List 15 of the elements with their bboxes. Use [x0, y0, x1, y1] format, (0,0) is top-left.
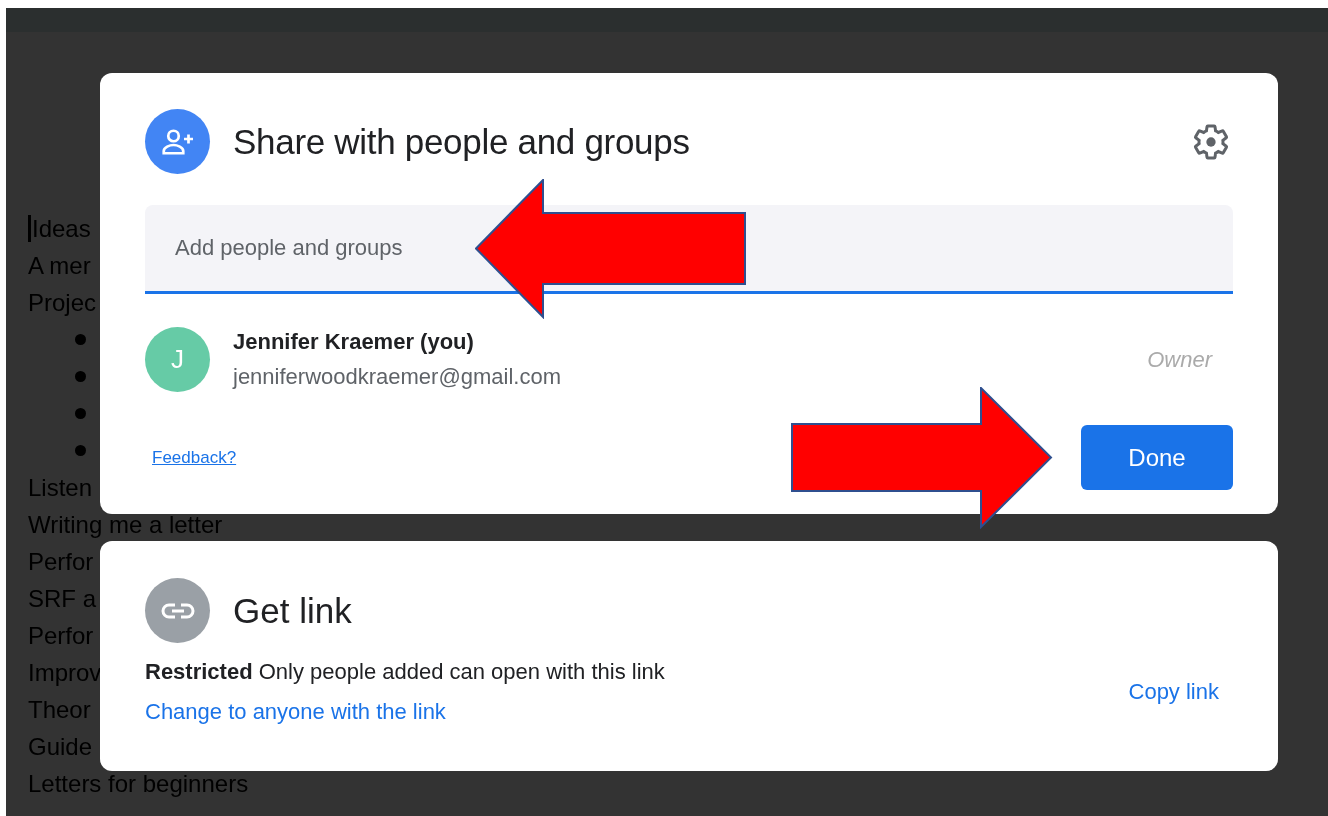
person-name: Jennifer Kraemer (you) — [233, 329, 475, 355]
copy-link-button[interactable]: Copy link — [1128, 678, 1219, 706]
bullet-icon — [75, 334, 86, 345]
bullet-icon — [75, 445, 86, 456]
dialog-title: Get link — [233, 590, 352, 631]
done-button[interactable]: Done — [1081, 425, 1233, 490]
feedback-link[interactable]: Feedback? — [152, 447, 237, 468]
bullet-icon — [75, 371, 86, 382]
change-access-link[interactable]: Change to anyone with the link — [145, 698, 665, 726]
person-email: jenniferwoodkraemer@gmail.com — [233, 364, 562, 390]
bullet-icon — [75, 408, 86, 419]
avatar: J — [145, 327, 210, 392]
dialog-title: Share with people and groups — [233, 121, 691, 162]
access-description: Restricted Only people added can open with this link — [145, 658, 665, 686]
role-label: Owner — [1147, 346, 1212, 373]
